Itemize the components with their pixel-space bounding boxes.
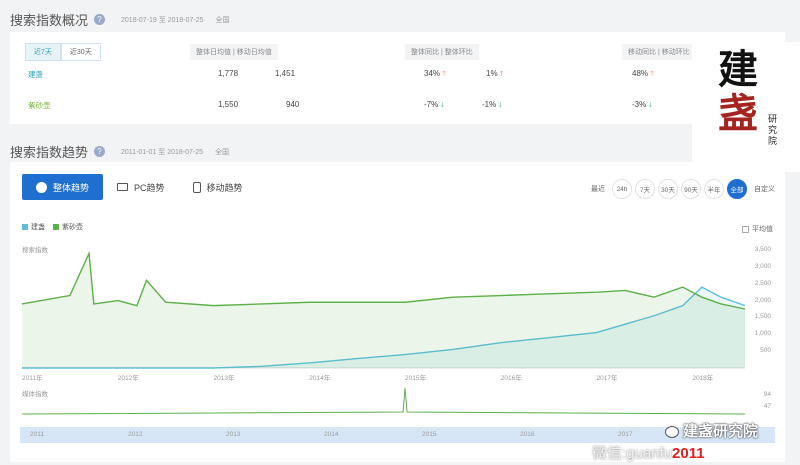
header-overall-avg: 整体日均值 | 移动日均值 [190, 44, 278, 60]
arrow-up-icon: 🡑 [650, 71, 654, 78]
navigator-year-label: 2016 [520, 431, 535, 438]
navigator-year-label: 2013 [226, 431, 241, 438]
keyword-link[interactable]: 紫砂壶 [28, 100, 51, 111]
overview-tabs: 近7天 近30天 [25, 43, 101, 61]
header-overall-change: 整体同比 | 整体环比 [405, 44, 479, 60]
watermark-contact: 微信:guanfu2011 [592, 445, 705, 462]
x-tick-label: 2016年 [500, 375, 522, 382]
trend-header: 搜索指数趋势 ? 2011-01-01 至 2018-07-25 全国 [10, 142, 229, 161]
tab-30-days[interactable]: 近30天 [60, 43, 101, 61]
arrow-up-icon: 🡑 [442, 71, 446, 78]
tab-7-days[interactable]: 近7天 [25, 43, 61, 61]
overview-region: 全国 [215, 16, 230, 24]
y-tick-label: 3,000 [754, 262, 771, 270]
overview-date-range: 2018-07-19 至 2018-07-25 [121, 16, 204, 24]
series-area-1 [22, 253, 745, 368]
overall-yoy-value: 34% 🡑 [424, 69, 446, 78]
overall-avg-value: 1,778 [218, 69, 239, 78]
x-tick-label: 2015年 [405, 375, 426, 382]
trend-panel: 整体趋势 PC趋势 移动趋势 最近 24h 7天 30天 90天 半年 全部 自… [10, 162, 785, 462]
x-tick-label: 2011年 [22, 375, 43, 382]
mini-tick: 47 [763, 403, 771, 410]
navigator-year-label: 2012 [128, 431, 143, 438]
overview-row-zishahu: 紫砂壶 1,550 940 -7% 🡓 -1% 🡓 -3% 🡓 0% [10, 100, 785, 120]
mini-series-line [21, 387, 746, 415]
mini-tick: 94 [763, 391, 771, 398]
y-tick-label: 3,500 [754, 246, 771, 253]
overview-title: 搜索指数概况 [10, 13, 89, 28]
logo-char: 建 [718, 46, 758, 93]
y-tick-label: 500 [760, 347, 771, 355]
logo-subtitle: 研 究 院 [768, 115, 778, 147]
page: 搜索指数概况 ? 2018-07-19 至 2018-07-25 全国 近7天 … [0, 0, 800, 465]
x-tick-label: 2017年 [596, 375, 618, 382]
logo-char: 盏 [718, 90, 758, 137]
x-tick-label: 2018年 [692, 375, 714, 382]
header-mobile-change: 移动同比 | 移动环比 [622, 44, 696, 60]
overall-avg-value: 1,550 [218, 100, 239, 109]
trend-title: 搜索指数趋势 [10, 145, 89, 160]
navigator-year-label: 2011 [30, 431, 44, 438]
arrow-down-icon: 🡓 [440, 102, 445, 109]
keyword-link[interactable]: 建盏 [28, 69, 43, 80]
navigator-year-label: 2017 [618, 431, 633, 438]
x-tick-label: 2013年 [213, 375, 235, 382]
navigator-year-label: 2015 [422, 431, 437, 438]
watermark-brand: 建盏研究院 [665, 420, 758, 441]
overview-header: 搜索指数概况 ? 2018-07-19 至 2018-07-25 全国 [10, 10, 230, 29]
y-tick-label: 1,000 [754, 330, 771, 338]
y-tick-label: 2,000 [754, 296, 771, 304]
help-icon[interactable]: ? [94, 14, 106, 25]
navigator-year-label: 2014 [324, 431, 339, 438]
logo: 建 盏 [718, 48, 762, 136]
wechat-icon [665, 426, 679, 439]
overall-mom-value: -1% 🡓 [482, 100, 503, 109]
mobile-avg-value: 940 [286, 100, 300, 109]
y-tick-label: 2,500 [754, 279, 771, 287]
overall-yoy-value: -7% 🡓 [424, 100, 445, 109]
mobile-yoy-value: -3% 🡓 [632, 100, 653, 109]
mobile-yoy-value: 48% 🡑 [632, 69, 654, 78]
trend-date-range: 2011-01-01 至 2018-07-25 [121, 148, 203, 156]
y-tick-label: 1,500 [754, 313, 771, 321]
arrow-up-icon: 🡑 [499, 71, 504, 78]
overview-panel: 近7天 近30天 整体日均值 | 移动日均值 整体同比 | 整体环比 移动同比 … [10, 32, 785, 124]
mini-chart-label: 媒体指数 [22, 391, 48, 398]
x-tick-label: 2012年 [117, 375, 139, 382]
help-icon[interactable]: ? [94, 146, 106, 157]
arrow-down-icon: 🡓 [648, 102, 653, 109]
trend-chart[interactable] [10, 162, 785, 462]
mobile-avg-value: 1,451 [275, 69, 296, 78]
x-tick-label: 2014年 [309, 375, 331, 382]
trend-region: 全国 [215, 148, 229, 156]
arrow-down-icon: 🡓 [498, 102, 503, 109]
overview-row-jianzhan: 建盏 1,778 1,451 34% 🡑 1% 🡑 48% 🡑 2% 🡑 [10, 69, 785, 89]
overall-mom-value: 1% 🡑 [486, 69, 504, 78]
